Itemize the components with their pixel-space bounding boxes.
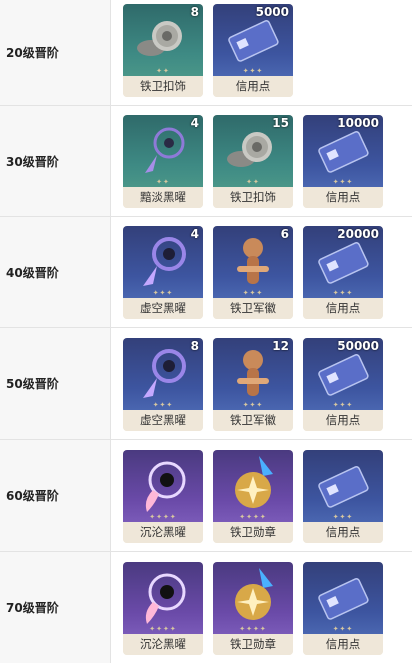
abyss-obsidian-icon — [123, 562, 203, 634]
credit-card-icon — [303, 450, 383, 522]
material-credit[interactable]: ✦✦✦ 信用点 — [303, 450, 383, 543]
ascension-level-label: 40级晋阶 — [0, 217, 111, 327]
material-void-obsidian[interactable]: ✦✦✦ 8 虚空黑曜 — [123, 338, 203, 431]
material-iron-insignia[interactable]: ✦✦✦ 6 铁卫军徽 — [213, 226, 293, 319]
material-credit[interactable]: ✦✦✦ 50000 信用点 — [303, 338, 383, 431]
ascension-level-label: 30级晋阶 — [0, 106, 111, 216]
material-credit[interactable]: ✦✦✦ 信用点 — [303, 562, 383, 655]
ascension-row-70: 70级晋阶 ✦✦✦✦ 沉沦黑曜 ✦✦✦✦ 铁卫勋章 ✦✦✦ 信用点 — [0, 552, 412, 663]
material-credit[interactable]: ✦✦✦ 5000 信用点 — [213, 4, 293, 97]
ascension-level-label: 60级晋阶 — [0, 440, 111, 551]
ascension-materials-table: 20级晋阶 ✦✦ 8 铁卫扣饰 ✦✦✦ 5000 信用点 30级晋阶 ✦✦ 4 … — [0, 0, 412, 663]
material-dim-obsidian[interactable]: ✦✦ 4 黯淡黑曜 — [123, 115, 203, 208]
ascension-row-40: 40级晋阶 ✦✦✦ 4 虚空黑曜 ✦✦✦ 6 铁卫军徽 ✦✦✦ 20000 信用… — [0, 217, 412, 328]
material-iron-medal[interactable]: ✦✦✦✦ 铁卫勋章 — [213, 562, 293, 655]
ascension-row-50: 50级晋阶 ✦✦✦ 8 虚空黑曜 ✦✦✦ 12 铁卫军徽 ✦✦✦ 50000 信… — [0, 328, 412, 440]
material-abyss-obsidian[interactable]: ✦✦✦✦ 沉沦黑曜 — [123, 562, 203, 655]
material-iron-buckle[interactable]: ✦✦ 8 铁卫扣饰 — [123, 4, 203, 97]
material-iron-medal[interactable]: ✦✦✦✦ 铁卫勋章 — [213, 450, 293, 543]
iron-medal-icon — [213, 450, 293, 522]
material-credit[interactable]: ✦✦✦ 20000 信用点 — [303, 226, 383, 319]
ascension-row-30: 30级晋阶 ✦✦ 4 黯淡黑曜 ✦✦ 15 铁卫扣饰 ✦✦✦ 10000 信用点 — [0, 106, 412, 217]
material-iron-buckle[interactable]: ✦✦ 15 铁卫扣饰 — [213, 115, 293, 208]
ascension-row-60: 60级晋阶 ✦✦✦✦ 沉沦黑曜 ✦✦✦✦ 铁卫勋章 ✦✦✦ 信用点 — [0, 440, 412, 552]
ascension-level-label: 50级晋阶 — [0, 328, 111, 439]
abyss-obsidian-icon — [123, 450, 203, 522]
material-void-obsidian[interactable]: ✦✦✦ 4 虚空黑曜 — [123, 226, 203, 319]
credit-card-icon — [303, 562, 383, 634]
ascension-level-label: 70级晋阶 — [0, 552, 111, 663]
ascension-level-label: 20级晋阶 — [0, 0, 111, 105]
material-iron-insignia[interactable]: ✦✦✦ 12 铁卫军徽 — [213, 338, 293, 431]
iron-medal-icon — [213, 562, 293, 634]
ascension-row-20: 20级晋阶 ✦✦ 8 铁卫扣饰 ✦✦✦ 5000 信用点 — [0, 0, 412, 106]
material-abyss-obsidian[interactable]: ✦✦✦✦ 沉沦黑曜 — [123, 450, 203, 543]
material-credit[interactable]: ✦✦✦ 10000 信用点 — [303, 115, 383, 208]
